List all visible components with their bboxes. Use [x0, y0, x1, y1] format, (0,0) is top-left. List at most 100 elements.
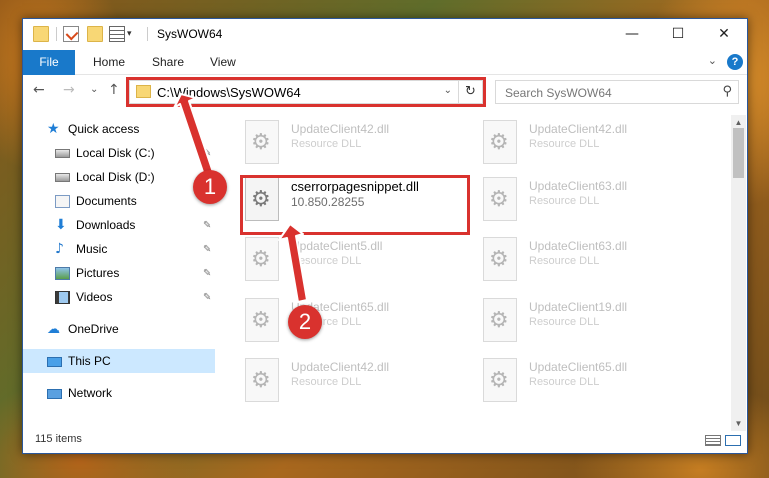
file-type: Resource DLL	[529, 376, 600, 388]
sidebar-item-label: Network	[68, 386, 113, 400]
sidebar-item-network[interactable]: Network	[47, 382, 112, 404]
tab-file[interactable]: File	[23, 50, 75, 75]
sidebar-item-documents[interactable]: Documents	[55, 190, 137, 212]
pin-icon: ✎	[203, 292, 212, 303]
sidebar-item-downloads[interactable]: ⬇ Downloads	[55, 214, 135, 236]
file-name: UpdateClient65.dll	[529, 360, 628, 374]
sidebar-item-label: Local Disk (C:)	[76, 146, 155, 160]
scroll-thumb[interactable]	[733, 128, 744, 178]
recent-locations-button[interactable]: ⌄	[90, 84, 98, 95]
sidebar-item-this-pc[interactable]: This PC	[47, 350, 111, 372]
cloud-icon: ☁	[47, 322, 60, 338]
dll-file-icon	[483, 237, 517, 281]
sidebar-item-label: Downloads	[76, 218, 136, 232]
close-button[interactable]: ✕	[701, 19, 747, 50]
file-explorer-window: ▾ SysWOW64 — ☐ ✕ File Home Share View ⌄ …	[22, 18, 748, 454]
drive-icon	[55, 149, 70, 159]
sidebar-item-local-disk-c[interactable]: Local Disk (C:)	[55, 142, 155, 164]
status-bar: 115 items	[23, 429, 747, 453]
new-folder-icon[interactable]	[87, 26, 103, 42]
file-item[interactable]: UpdateClient65.dll Resource DLL	[245, 294, 465, 346]
sidebar-item-quick-access[interactable]: ★ Quick access	[47, 118, 139, 140]
file-type: Resource DLL	[529, 255, 600, 267]
file-item[interactable]: UpdateClient42.dll Resource DLL	[483, 116, 703, 168]
sidebar-item-music[interactable]: ♪ Music	[55, 238, 107, 260]
file-name: UpdateClient63.dll	[529, 239, 628, 253]
pin-icon: ✎	[203, 268, 212, 279]
file-name: UpdateClient63.dll	[529, 179, 628, 193]
file-type: Resource DLL	[529, 138, 600, 150]
tab-share[interactable]: Share	[152, 50, 184, 75]
search-icon[interactable]: ⚲	[722, 84, 732, 99]
sidebar-item-onedrive[interactable]: ☁ OneDrive	[47, 318, 119, 340]
minimize-button[interactable]: —	[609, 19, 655, 50]
forward-button[interactable]: →	[63, 82, 75, 98]
customize-toolbar-icon[interactable]	[109, 26, 125, 42]
file-highlight-box	[240, 175, 470, 235]
details-view-icon[interactable]	[705, 435, 721, 446]
sidebar-item-local-disk-d[interactable]: Local Disk (D:)	[55, 166, 155, 188]
network-icon	[47, 388, 62, 399]
maximize-button[interactable]: ☐	[655, 19, 701, 50]
file-type: Resource DLL	[291, 138, 362, 150]
pin-icon: ✎	[203, 148, 212, 159]
file-item[interactable]: UpdateClient5.dll Resource DLL	[245, 233, 465, 285]
sidebar-item-label: Videos	[76, 290, 113, 304]
file-name: UpdateClient42.dll	[291, 360, 390, 374]
toolbar-divider	[56, 27, 57, 41]
tab-home[interactable]: Home	[93, 50, 125, 75]
sidebar-item-label: Quick access	[68, 122, 140, 136]
file-type: Resource DLL	[291, 376, 362, 388]
title-divider	[147, 27, 148, 41]
vertical-scrollbar[interactable]: ▲ ▼	[731, 115, 746, 431]
videos-icon	[55, 291, 70, 305]
expand-ribbon-icon[interactable]: ⌄	[708, 54, 717, 67]
window-title: SysWOW64	[157, 27, 223, 41]
tab-view[interactable]: View	[210, 50, 236, 75]
sidebar-item-label: Documents	[76, 194, 137, 208]
search-box[interactable]: Search SysWOW64 ⚲	[495, 80, 739, 104]
sidebar-item-label: Music	[76, 242, 108, 256]
documents-icon	[55, 195, 70, 209]
back-button[interactable]: ←	[33, 82, 45, 98]
address-highlight-box	[126, 77, 486, 107]
sidebar-item-label: Local Disk (D:)	[76, 170, 155, 184]
quick-access-dropdown-icon[interactable]: ▾	[127, 28, 132, 39]
sidebar-item-label: Pictures	[76, 266, 120, 280]
navigation-pane: ★ Quick access Local Disk (C:) ✎ Local Di…	[23, 115, 217, 425]
search-input[interactable]: Search SysWOW64	[505, 86, 612, 100]
step-badge-2: 2	[288, 305, 322, 339]
file-list: UpdateClient42.dll Resource DLL UpdateCl…	[219, 108, 734, 428]
dll-file-icon	[245, 358, 279, 402]
title-bar: ▾ SysWOW64 — ☐ ✕	[23, 19, 747, 50]
download-icon: ⬇	[55, 217, 67, 234]
file-item[interactable]: UpdateClient19.dll Resource DLL	[483, 294, 703, 346]
star-icon: ★	[47, 121, 60, 138]
help-icon[interactable]: ?	[727, 54, 743, 70]
sidebar-item-videos[interactable]: Videos	[55, 286, 112, 308]
large-icons-view-icon[interactable]	[725, 435, 741, 446]
file-name: UpdateClient42.dll	[291, 122, 390, 136]
dll-file-icon	[483, 177, 517, 221]
file-item[interactable]: UpdateClient42.dll Resource DLL	[245, 116, 465, 168]
navigation-bar: ← → ⌄ ↑ C:\Windows\SysWOW64 ⌄ ↻ Search S…	[23, 76, 747, 108]
step-badge-1: 1	[193, 170, 227, 204]
file-type: Resource DLL	[529, 316, 600, 328]
music-icon: ♪	[55, 241, 64, 258]
sidebar-item-pictures[interactable]: Pictures	[55, 262, 119, 284]
file-item[interactable]: UpdateClient65.dll Resource DLL	[483, 354, 703, 406]
file-type: Resource DLL	[529, 195, 600, 207]
item-count: 115 items	[35, 433, 82, 445]
folder-icon[interactable]	[33, 26, 49, 42]
properties-icon[interactable]	[63, 26, 79, 42]
drive-icon	[55, 173, 70, 183]
file-item[interactable]: UpdateClient63.dll Resource DLL	[483, 173, 703, 225]
file-name: UpdateClient5.dll	[291, 239, 383, 253]
file-item[interactable]: UpdateClient42.dll Resource DLL	[245, 354, 465, 406]
up-button[interactable]: ↑	[108, 82, 120, 98]
dll-file-icon	[483, 120, 517, 164]
pin-icon: ✎	[203, 244, 212, 255]
file-name: UpdateClient42.dll	[529, 122, 628, 136]
computer-icon	[47, 356, 62, 367]
file-item[interactable]: UpdateClient63.dll Resource DLL	[483, 233, 703, 285]
